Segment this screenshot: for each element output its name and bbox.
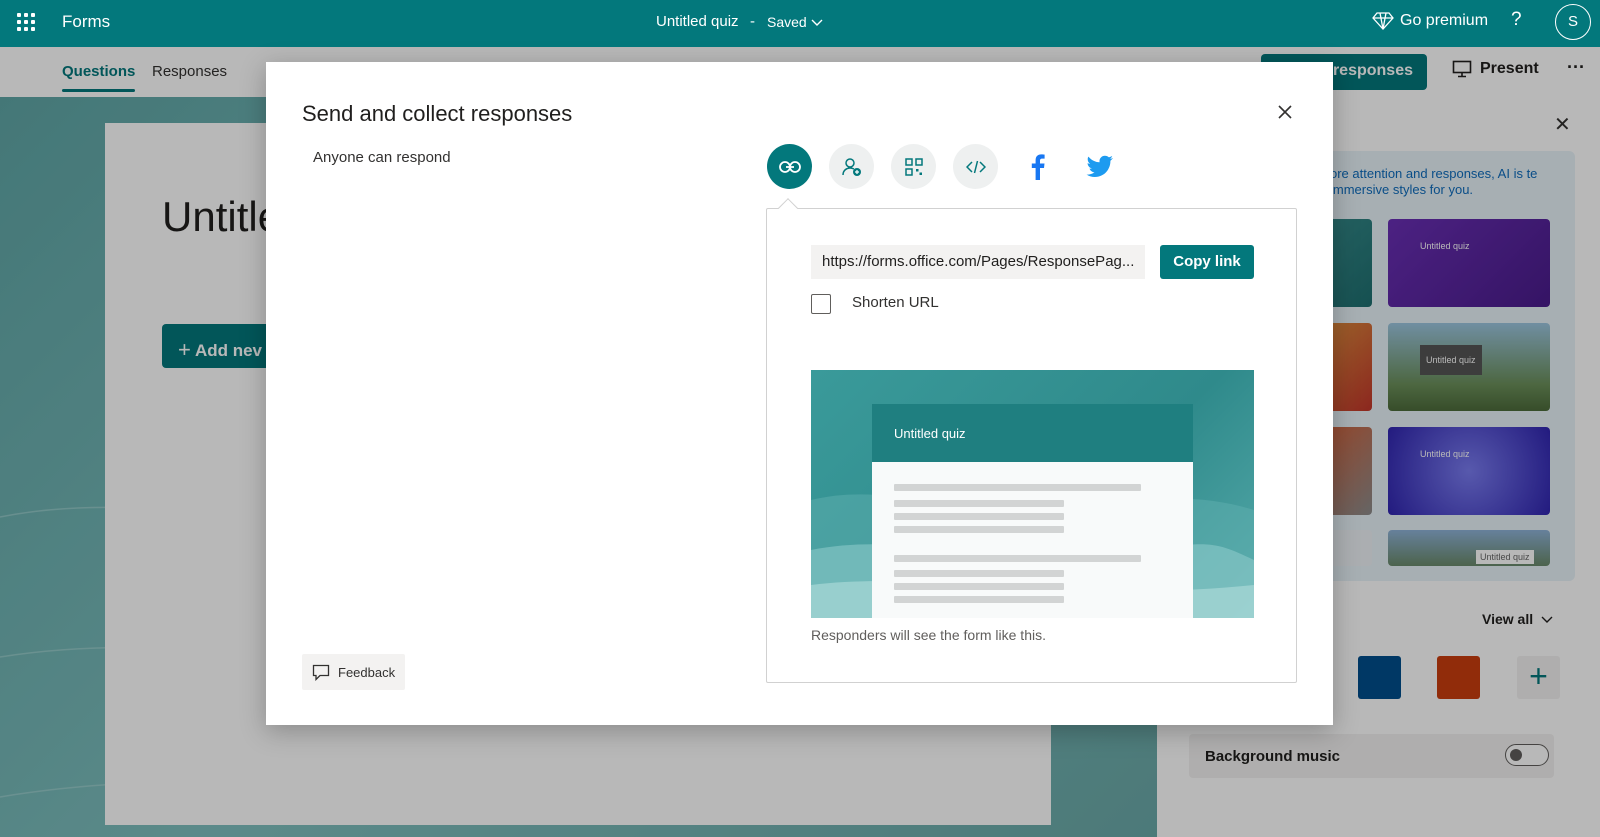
facebook-icon [1031, 153, 1045, 180]
go-premium-button[interactable]: Go premium [1372, 11, 1488, 31]
share-embed-button[interactable] [953, 144, 998, 189]
copy-link-button[interactable]: Copy link [1160, 245, 1254, 279]
embed-code-icon [965, 160, 986, 173]
app-launcher-icon[interactable] [17, 13, 35, 31]
qr-code-icon [904, 157, 923, 176]
feedback-button[interactable]: Feedback [302, 654, 405, 690]
diamond-icon [1372, 12, 1394, 30]
dialog-title: Send and collect responses [302, 101, 573, 126]
share-facebook-button[interactable] [1015, 144, 1060, 189]
preview-line [894, 583, 1064, 590]
preview-line [894, 513, 1064, 520]
document-title[interactable]: Untitled quiz [656, 13, 739, 30]
audience-selector[interactable]: Anyone can respond [313, 149, 451, 166]
preview-line [894, 500, 1064, 507]
share-qr-button[interactable] [891, 144, 936, 189]
close-icon[interactable] [1273, 100, 1297, 124]
person-add-icon [841, 157, 861, 176]
comment-icon [312, 664, 330, 681]
app-name[interactable]: Forms [62, 12, 110, 32]
feedback-label: Feedback [338, 664, 396, 680]
form-preview: Untitled quiz [811, 370, 1254, 618]
preview-line [894, 526, 1064, 533]
help-icon[interactable]: ? [1511, 9, 1522, 31]
share-link-button[interactable] [767, 144, 812, 189]
save-status: Saved [767, 14, 807, 30]
preview-line [894, 555, 1141, 562]
avatar[interactable]: S [1555, 4, 1591, 40]
preview-header: Untitled quiz [872, 404, 1193, 462]
shorten-url-label[interactable]: Shorten URL [852, 294, 939, 311]
preview-title: Untitled quiz [894, 426, 966, 441]
preview-line [894, 596, 1064, 603]
share-twitter-button[interactable] [1077, 144, 1122, 189]
shorten-url-checkbox[interactable] [811, 294, 831, 314]
link-icon [778, 160, 801, 173]
preview-card: Untitled quiz [872, 404, 1193, 618]
send-responses-dialog: Send and collect responses Anyone can re… [266, 62, 1333, 725]
share-invite-button[interactable] [829, 144, 874, 189]
share-link-field[interactable]: https://forms.office.com/Pages/ResponseP… [811, 245, 1145, 279]
top-bar: Forms Untitled quiz - Saved Go premium ?… [0, 0, 1600, 47]
twitter-icon [1086, 155, 1113, 177]
preview-line [894, 570, 1064, 577]
share-link-panel: https://forms.office.com/Pages/ResponseP… [766, 208, 1297, 683]
chevron-down-icon[interactable] [810, 15, 824, 29]
title-separator: - [750, 13, 755, 30]
go-premium-label: Go premium [1400, 12, 1489, 29]
preview-caption: Responders will see the form like this. [811, 627, 1046, 643]
preview-line [894, 484, 1141, 491]
